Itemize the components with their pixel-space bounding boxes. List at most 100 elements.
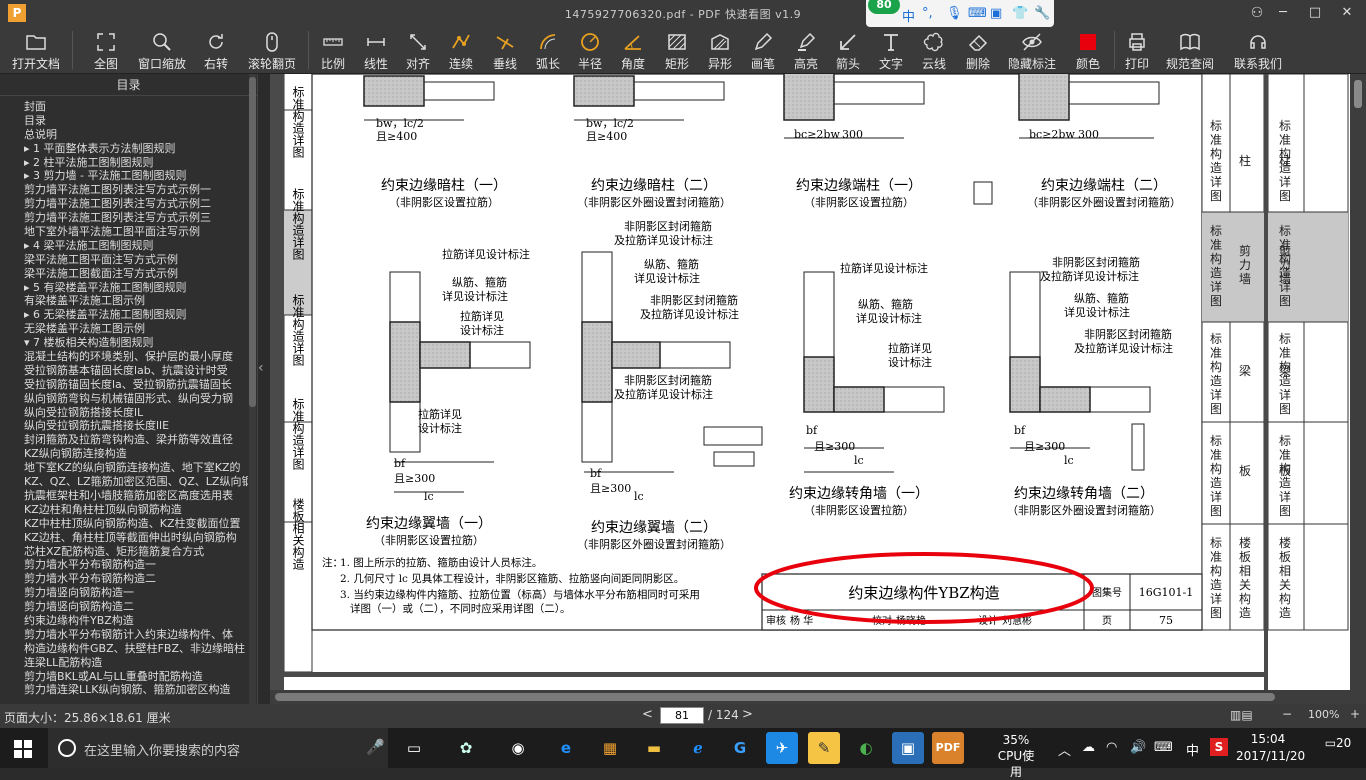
toc-item[interactable]: ▸ 3 剪力墙 - 平法施工图制图规则 bbox=[0, 169, 248, 183]
toc-item[interactable]: 剪力墙平法施工图列表注写方式示例一 bbox=[0, 183, 248, 197]
perpendicular-button[interactable]: 垂线 bbox=[484, 27, 526, 74]
toc-item[interactable]: 混凝土结构的环境类别、保护层的最小厚度 bbox=[0, 350, 248, 364]
ie-icon[interactable]: ℯ bbox=[682, 732, 714, 764]
toc-item[interactable]: 剪力墙平法施工图列表注写方式示例二 bbox=[0, 197, 248, 211]
pdf-viewer[interactable]: 标准构造详图 标准构造详图 标准构造详图 标准构造详图 楼板相关构造 bw，lc… bbox=[270, 74, 1366, 704]
browser-360-icon[interactable]: ◉ bbox=[502, 732, 534, 764]
toc-item[interactable]: 剪力墙BKL或AL与LL重叠时配筋构造 bbox=[0, 670, 248, 684]
angle-button[interactable]: 角度 bbox=[612, 27, 654, 74]
toc-item[interactable]: ▾ 7 楼板相关构造制图规则 bbox=[0, 336, 248, 350]
toc-item[interactable]: ▸ 1 平面整体表示方法制图规则 bbox=[0, 142, 248, 156]
pen-button[interactable]: 画笔 bbox=[742, 27, 784, 74]
ime-toolbar[interactable]: 80 中 °, 🎙 ⌨ ▣ 👕 🔧 bbox=[866, 0, 1054, 27]
shirt-icon[interactable]: 👕 bbox=[1012, 6, 1028, 21]
toc-item[interactable]: KZ中柱柱顶纵向钢筋构造、KZ柱变截面位置 bbox=[0, 517, 248, 531]
irregular-shape-button[interactable]: 异形 bbox=[700, 27, 740, 74]
cloud-line-button[interactable]: 云线 bbox=[914, 27, 954, 74]
fan-app-icon[interactable]: ✿ bbox=[450, 732, 482, 764]
toc-item[interactable]: 梁平法施工图平面注写方式示例 bbox=[0, 253, 248, 267]
print-button[interactable]: 打印 bbox=[1118, 27, 1156, 74]
notification-center[interactable]: ▭20 bbox=[1318, 736, 1358, 776]
align-button[interactable]: 对齐 bbox=[398, 27, 438, 74]
onedrive-icon[interactable]: ☁ bbox=[1082, 740, 1095, 780]
punctuation-icon[interactable]: °, bbox=[922, 6, 933, 21]
arc-length-button[interactable]: 弧长 bbox=[528, 27, 568, 74]
pdf-viewer-task-icon[interactable]: PDF bbox=[932, 732, 964, 764]
minimize-button[interactable]: ─ bbox=[1268, 3, 1298, 23]
toc-item[interactable]: 抗震框架柱和小墙肢箍筋加密区高度选用表 bbox=[0, 489, 248, 503]
toc-item[interactable]: 剪力墙竖向钢筋构造一 bbox=[0, 586, 248, 600]
toc-item[interactable]: 地下室外墙平法施工图平面注写示例 bbox=[0, 225, 248, 239]
toc-item[interactable]: 封闭箍筋及拉筋弯钩构造、梁并筋等效直径 bbox=[0, 433, 248, 447]
radius-button[interactable]: 半径 bbox=[570, 27, 610, 74]
toc-item[interactable]: 有梁楼盖平法施工图示例 bbox=[0, 294, 248, 308]
app-plane-icon[interactable]: ✈ bbox=[766, 732, 798, 764]
horizontal-scroll-thumb[interactable] bbox=[275, 693, 1275, 701]
toc-item[interactable]: KZ、QZ、LZ箍筋加密区范围、QZ、LZ纵向钢 bbox=[0, 475, 248, 489]
ime-tray[interactable]: 中 bbox=[1186, 740, 1199, 780]
prev-page-button[interactable]: < bbox=[642, 707, 653, 722]
toc-item[interactable]: 地下室KZ的纵向钢筋连接构造、地下室KZ的 bbox=[0, 461, 248, 475]
toc-item[interactable]: 梁平法施工图截面注写方式示例 bbox=[0, 267, 248, 281]
app-g-icon[interactable]: G bbox=[724, 732, 756, 764]
toc-item[interactable]: 纵向受拉钢筋抗震搭接长度llE bbox=[0, 419, 248, 433]
vertical-scrollbar[interactable] bbox=[1350, 74, 1366, 690]
store-icon[interactable]: ▦ bbox=[594, 732, 626, 764]
next-page-button[interactable]: > bbox=[742, 707, 753, 722]
ime-mode[interactable]: 中 bbox=[902, 6, 915, 25]
notes-app-icon[interactable]: ✎ bbox=[808, 732, 840, 764]
toc-item[interactable]: KZ边柱、角柱柱顶等截面伸出时纵向钢筋构 bbox=[0, 531, 248, 545]
toc-item[interactable]: 受拉钢筋锚固长度la、受拉钢筋抗震锚固长 bbox=[0, 378, 248, 392]
text-button[interactable]: 文字 bbox=[870, 27, 912, 74]
linear-button[interactable]: 线性 bbox=[356, 27, 396, 74]
toc-item[interactable]: 约束边缘构件YBZ构造 bbox=[0, 614, 248, 628]
tray-chevron-icon[interactable]: ︿ bbox=[1058, 740, 1071, 780]
view-mode-icon[interactable]: ▥▤ bbox=[1230, 708, 1253, 722]
delete-button[interactable]: 删除 bbox=[956, 27, 1000, 74]
toc-item[interactable]: 受拉钢筋基本锚固长度lab、抗震设计时受 bbox=[0, 364, 248, 378]
toc-item[interactable]: KZ纵向钢筋连接构造 bbox=[0, 447, 248, 461]
toc-item[interactable]: ▸ 6 无梁楼盖平法施工图制图规则 bbox=[0, 308, 248, 322]
toc-item[interactable]: 剪力墙竖向钢筋构造二 bbox=[0, 600, 248, 614]
toc-item[interactable]: ▸ 5 有梁楼盖平法施工图制图规则 bbox=[0, 281, 248, 295]
skin-icon[interactable]: ▣ bbox=[990, 6, 1002, 21]
toc-item[interactable]: 芯柱XZ配筋构造、矩形箍筋复合方式 bbox=[0, 545, 248, 559]
toc-item[interactable]: 剪力墙水平分布钢筋构造一 bbox=[0, 558, 248, 572]
wrench-icon[interactable]: 🔧 bbox=[1034, 6, 1050, 21]
sogou-icon[interactable]: S bbox=[1210, 738, 1228, 756]
toc-item[interactable]: 构造边缘构件GBZ、扶壁柱FBZ、非边缘暗柱 bbox=[0, 642, 248, 656]
vertical-scroll-thumb[interactable] bbox=[1354, 80, 1362, 108]
toc-item[interactable]: 剪力墙水平分布钢筋构造二 bbox=[0, 572, 248, 586]
toc-item[interactable]: ▸ 2 柱平法施工图制图规则 bbox=[0, 156, 248, 170]
open-document-button[interactable]: 打开文档 bbox=[6, 27, 66, 74]
toc-item[interactable]: 剪力墙水平分布钢筋计入约束边缘构件、体 bbox=[0, 628, 248, 642]
toc-item[interactable]: 连梁LL配筋构造 bbox=[0, 656, 248, 670]
continuous-button[interactable]: 连续 bbox=[440, 27, 482, 74]
cpu-usage[interactable]: 35% CPU使用 bbox=[996, 728, 1036, 779]
toc-item[interactable]: 纵向受拉钢筋搭接长度lL bbox=[0, 406, 248, 420]
color-button[interactable]: 颜色 bbox=[1066, 27, 1110, 74]
arrow-button[interactable]: 箭头 bbox=[828, 27, 868, 74]
toc-item[interactable]: 封面 bbox=[0, 100, 248, 114]
keyboard-tray-icon[interactable]: ⌨ bbox=[1154, 740, 1173, 780]
hide-annotation-button[interactable]: 隐藏标注 bbox=[1002, 27, 1062, 74]
toc-item[interactable]: 无梁楼盖平法施工图示例 bbox=[0, 322, 248, 336]
zoom-out-button[interactable]: − bbox=[1282, 707, 1292, 721]
toc-item[interactable]: ▸ 4 梁平法施工图制图规则 bbox=[0, 239, 248, 253]
toc-item[interactable]: KZ边柱和角柱柱顶纵向钢筋构造 bbox=[0, 503, 248, 517]
mic-icon[interactable]: 🎙 bbox=[946, 6, 963, 21]
toc-item[interactable]: 总说明 bbox=[0, 128, 248, 142]
toc-item[interactable]: 剪力墙连梁LLK纵向钢筋、箍筋加密区构造 bbox=[0, 683, 248, 697]
app-green-icon[interactable]: ◐ bbox=[850, 732, 882, 764]
toc-scroll-thumb[interactable] bbox=[249, 77, 256, 407]
wheel-page-button[interactable]: 滚轮翻页 bbox=[244, 27, 300, 74]
windows-start-icon[interactable] bbox=[14, 740, 32, 758]
contact-us-button[interactable]: 联系我们 bbox=[1228, 27, 1288, 74]
microphone-icon[interactable]: 🎤 bbox=[366, 738, 385, 756]
taskbar-search[interactable]: 在这里输入你要搜索的内容 🎤 bbox=[48, 728, 388, 768]
toc-item[interactable]: 纵向钢筋弯钩与机械锚固形式、纵向受力钢 bbox=[0, 392, 248, 406]
taskbar-clock[interactable]: 15:04 2017/11/20 bbox=[1236, 731, 1305, 765]
toc-item[interactable]: 目录 bbox=[0, 114, 248, 128]
scale-button[interactable]: 比例 bbox=[312, 27, 354, 74]
rotate-right-button[interactable]: 右转 bbox=[194, 27, 238, 74]
